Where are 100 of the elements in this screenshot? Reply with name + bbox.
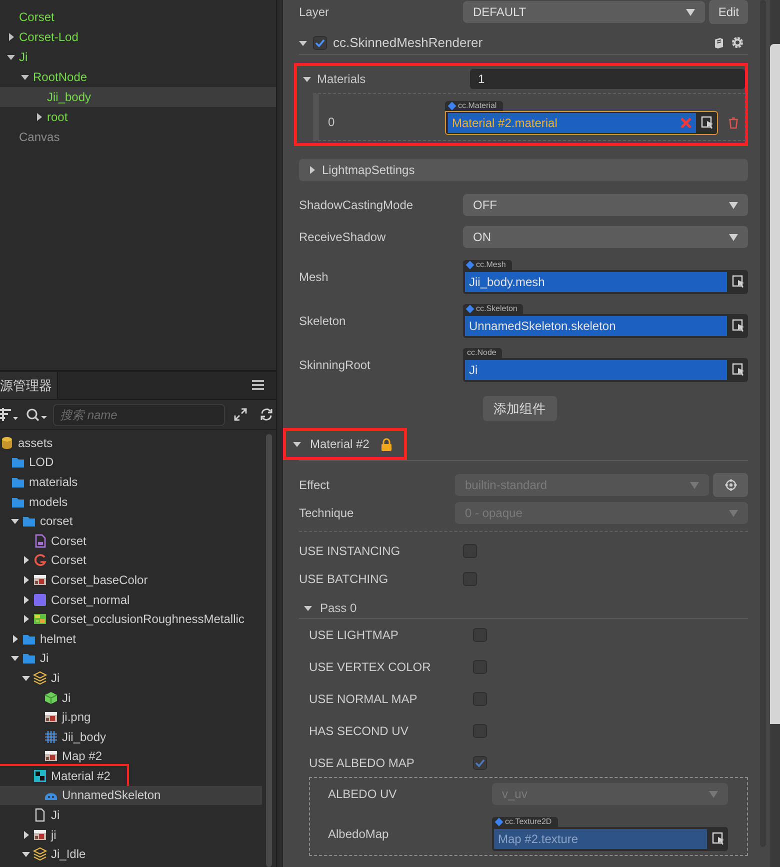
pick-icon[interactable] [732,363,746,377]
tree-item[interactable]: Corset_occlusionRoughnessMetallic [0,609,262,629]
tree-item[interactable]: UnnamedSkeleton [0,786,262,806]
tree-item[interactable]: Corset [0,530,262,551]
section-bar[interactable]: LightmapSettings [299,159,748,181]
tree-item[interactable]: LOD [0,452,262,472]
tree-item[interactable]: Ji [0,668,262,688]
cube-icon [44,690,58,705]
asset-field[interactable]: Jii_body.mesh [463,270,748,294]
pick-icon[interactable] [732,275,746,289]
checkbox[interactable] [473,628,487,642]
type-tag: cc.Skeleton [463,304,524,314]
select-field[interactable]: ON [463,226,748,248]
tree-item[interactable]: materials [0,472,262,492]
tree-item[interactable]: Corset_baseColor [0,570,262,590]
tree-item[interactable]: ji.png [0,707,262,727]
checkbox[interactable] [473,692,487,706]
caret-icon[interactable] [11,634,19,643]
sort-icon[interactable] [0,408,20,422]
tree-item[interactable]: assets [0,433,262,453]
tree-item[interactable]: helmet [0,628,262,649]
file-icon [33,808,47,822]
caret-icon[interactable] [22,556,30,564]
tree-item[interactable]: Corset [0,550,262,570]
caret-icon[interactable] [308,166,316,174]
checkbox[interactable] [463,572,477,586]
target-icon [724,479,736,491]
tree-item[interactable]: Ji_Idle [0,844,262,864]
count-field[interactable]: 1 [470,69,745,89]
caret-icon[interactable] [293,440,301,448]
caret-icon[interactable] [7,53,15,61]
caret-icon[interactable] [22,615,30,624]
tree-item[interactable]: Ji [0,47,276,67]
locate-button[interactable] [713,473,748,497]
caret-icon[interactable] [11,654,19,662]
tree-item[interactable]: Corset [0,7,276,27]
checkbox[interactable] [473,660,487,674]
caret-icon [690,482,699,488]
document-icon [33,534,47,548]
tree-item[interactable]: models [0,492,262,512]
pick-icon[interactable] [732,319,746,333]
caret-icon[interactable] [303,75,311,83]
caret-icon[interactable] [299,38,307,46]
tree-item[interactable]: corset [0,511,262,531]
tree-item[interactable]: Map #2 [0,746,262,766]
checker-icon [33,768,47,783]
checkbox[interactable] [463,544,477,558]
property-label: Effect [299,478,330,492]
tree-item[interactable]: ji [0,824,262,844]
image-icon [33,828,47,842]
property-label: USE ALBEDO MAP [309,756,416,770]
caret-icon [686,8,696,16]
asset-field[interactable]: UnnamedSkeleton.skeleton [463,314,748,338]
tree-item[interactable]: Corset-Lod [0,27,276,47]
property-label: HAS SECOND UV [309,724,410,738]
property-label: USE INSTANCING [299,544,402,558]
caret-icon[interactable] [35,113,43,121]
tree-item[interactable]: Ji [0,648,262,668]
caret-icon[interactable] [11,517,19,526]
tree-item[interactable]: Ji [0,688,262,708]
pick-icon[interactable] [701,116,715,130]
grid-icon [44,730,58,744]
select-field[interactable]: DEFAULT [463,1,706,23]
checkbox[interactable] [313,36,327,50]
section-title: Material #2 [310,437,370,451]
type-tag: cc.Node [463,348,502,358]
property-label: AlbedoMap [328,827,390,841]
caret-icon[interactable] [22,576,30,584]
caret-icon [729,234,738,240]
menu-icon[interactable] [252,380,264,390]
tree-item[interactable]: Material #2 [0,766,127,786]
refresh-icon[interactable] [260,408,273,421]
asset-field[interactable]: Ji [463,358,748,382]
tree-item[interactable]: Canvas [0,127,276,147]
caret-icon[interactable] [22,850,30,858]
caret-icon[interactable] [7,33,15,41]
caret-icon[interactable] [21,73,29,81]
tree-item[interactable]: root [0,107,276,127]
book-icon[interactable] [713,36,725,48]
tree-item[interactable]: Jii_body [0,726,262,746]
search-icon[interactable] [26,408,48,422]
search-field[interactable]: 搜索 name [53,404,225,426]
expand-icon[interactable] [234,408,247,421]
select-field[interactable]: OFF [463,194,748,216]
property-label: ShadowCastingMode [299,198,414,212]
property-label: ReceiveShadow [299,230,387,244]
tree-item[interactable]: Corset_normal [0,590,262,610]
panel-tab[interactable]: 源管理器 [0,372,58,399]
checkbox[interactable] [473,724,487,738]
checkbox[interactable] [473,756,487,770]
tree-item[interactable]: Ji [0,805,262,825]
caret-icon[interactable] [22,674,30,682]
add-component-button[interactable]: 添加组件 [482,396,556,421]
caret-icon[interactable] [22,830,30,839]
settings-icon[interactable] [731,36,744,49]
edit-button[interactable]: Edit [709,0,748,24]
tree-item[interactable]: RootNode [0,67,276,87]
caret-icon[interactable] [304,604,312,612]
caret-icon[interactable] [22,596,30,604]
tree-item[interactable]: Jii_body [0,87,276,107]
